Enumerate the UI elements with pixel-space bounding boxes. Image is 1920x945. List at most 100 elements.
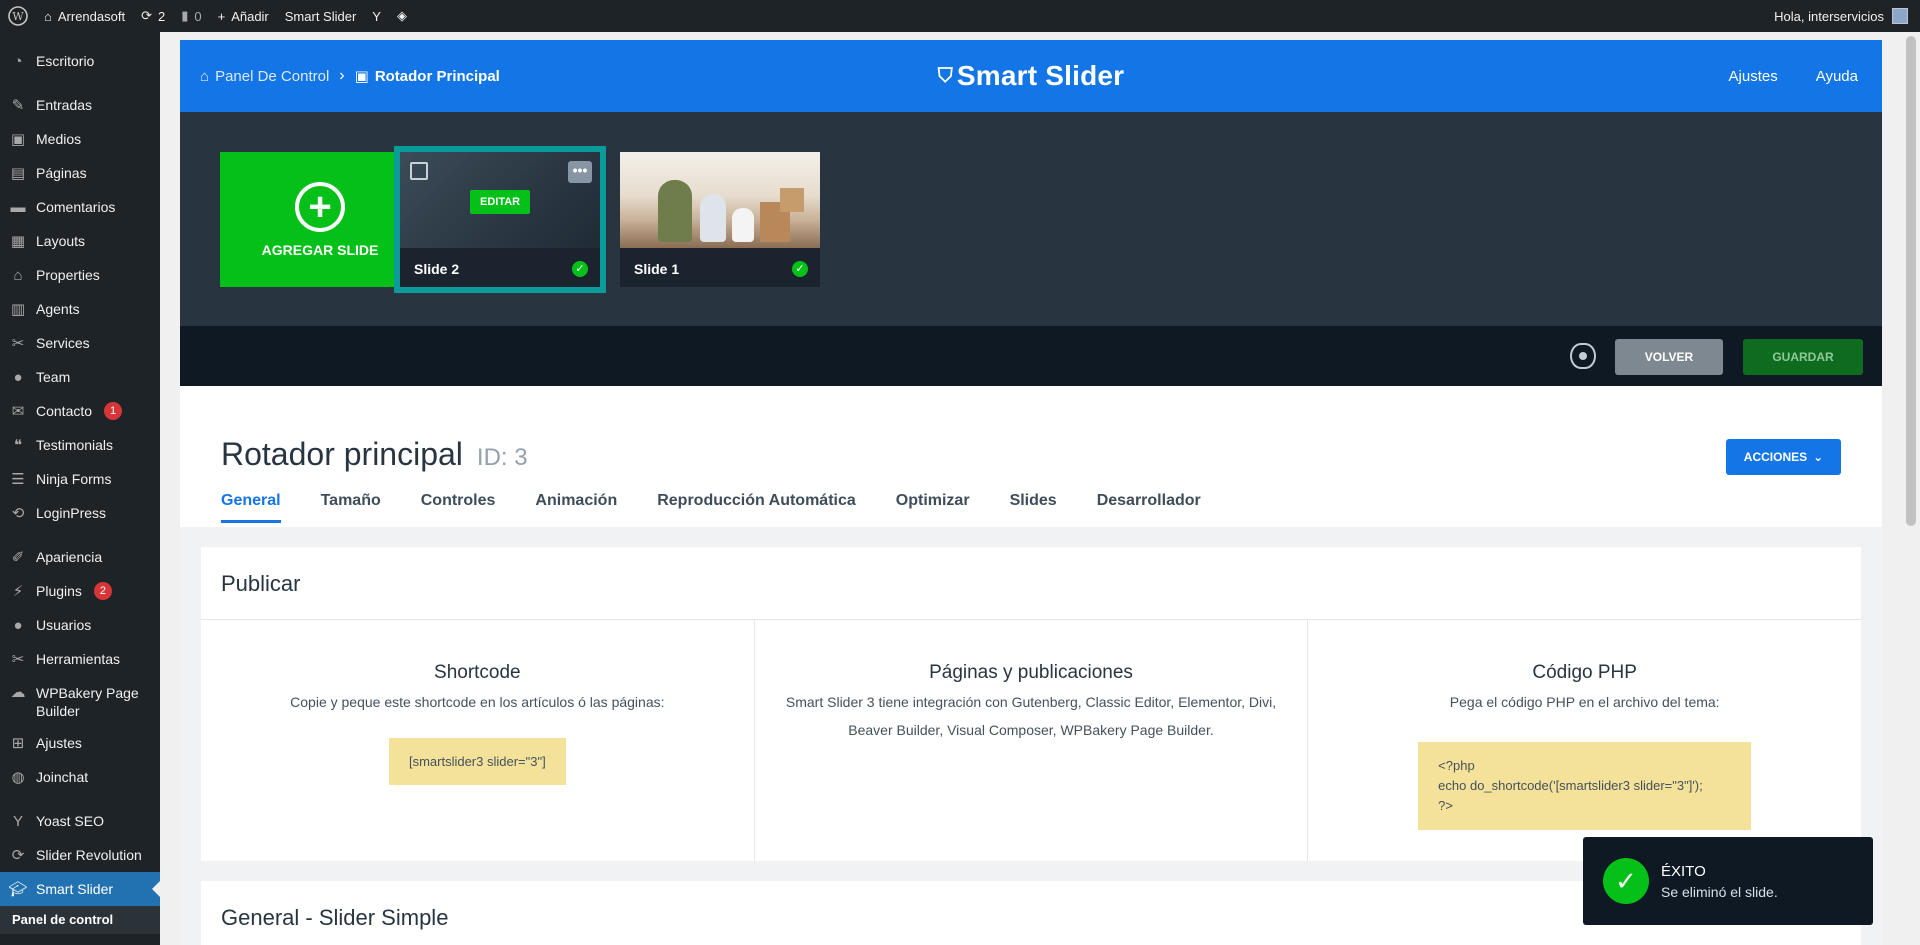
submenu-panel-de-control[interactable]: Panel de control: [0, 906, 160, 934]
comment-icon: ▮: [181, 8, 189, 23]
published-check-icon[interactable]: ✓: [572, 261, 588, 277]
menu-properties[interactable]: ⌂ Properties: [0, 258, 160, 292]
back-button[interactable]: VOLVER: [1615, 339, 1723, 375]
quote-icon: ❝: [13, 437, 23, 454]
tab-optimize[interactable]: Optimizar: [896, 492, 970, 523]
menu-escritorio[interactable]: ◔ Escritorio: [0, 44, 160, 78]
menu-team[interactable]: ● Team: [0, 360, 160, 394]
settings-tabs: General Tamaño Controles Animación Repro…: [221, 492, 1201, 523]
media-icon: ▣: [10, 131, 26, 148]
publish-columns: Shortcode Copie y peque este shortcode e…: [201, 619, 1861, 861]
notification-badge: 2: [93, 582, 112, 600]
menu-services[interactable]: ✂ Services: [0, 326, 160, 360]
slider-toolbar: VOLVER GUARDAR: [180, 326, 1882, 386]
mail-icon: ✉: [11, 403, 25, 420]
menu-herramientas[interactable]: ✂ Herramientas: [0, 642, 160, 676]
refresh-icon: ⟳: [11, 847, 25, 864]
menu-entradas[interactable]: ✎ Entradas: [0, 88, 160, 122]
more-options-icon[interactable]: •••: [568, 161, 592, 183]
crumb-slider[interactable]: ▣ Rotador Principal: [354, 67, 500, 86]
notification-heading: ÉXITO: [1661, 862, 1706, 880]
menu-agents[interactable]: ▥ Agents: [0, 292, 160, 326]
tab-controls[interactable]: Controles: [421, 492, 496, 523]
success-notification[interactable]: ✓ ÉXITO Se eliminó el slide.: [1583, 837, 1873, 925]
menu-testimonials[interactable]: ❝ Testimonials: [0, 428, 160, 462]
image-icon: ▣: [354, 68, 369, 85]
diamond-icon: ◈: [396, 8, 407, 23]
php-column: Código PHP Pega el código PHP en el arch…: [1308, 620, 1861, 861]
yoast-link[interactable]: Y: [364, 0, 389, 32]
tab-animation[interactable]: Animación: [535, 492, 617, 523]
tab-developer[interactable]: Desarrollador: [1097, 492, 1201, 523]
settings-link[interactable]: Ajustes: [1729, 68, 1778, 85]
actions-dropdown-button[interactable]: ACCIONES ⌄: [1726, 439, 1841, 475]
slide-card-1[interactable]: Slide 1 ✓: [620, 152, 820, 287]
pin-icon: ✎: [11, 97, 25, 114]
publish-card: Publicar Shortcode Copie y peque este sh…: [201, 547, 1861, 861]
menu-yoast[interactable]: Y Yoast SEO: [0, 804, 160, 838]
menu-usuarios[interactable]: ● Usuarios: [0, 608, 160, 642]
published-check-icon[interactable]: ✓: [792, 261, 808, 277]
slide-select-checkbox[interactable]: [410, 162, 428, 180]
preview-eye-icon[interactable]: [1570, 343, 1596, 369]
yoast-icon: Y: [12, 812, 23, 830]
menu-apariencia[interactable]: ✐ Apariencia: [0, 540, 160, 574]
plus-circle-icon: +: [295, 181, 345, 232]
thumbnail-figure: [658, 180, 692, 242]
menu-ajustes[interactable]: ⊞ Ajustes: [0, 726, 160, 760]
notification-badge: 1: [104, 402, 123, 420]
tab-autoplay[interactable]: Reproducción Automática: [657, 492, 856, 523]
menu-plugins[interactable]: ⚡ Plugins 2: [0, 574, 160, 608]
menu-layouts[interactable]: ▦ Layouts: [0, 224, 160, 258]
help-link[interactable]: Ayuda: [1816, 68, 1858, 85]
menu-contacto[interactable]: ✉ Contacto 1: [0, 394, 160, 428]
menu-wpbakery[interactable]: ☁ WPBakery Page Builder: [0, 676, 160, 726]
form-icon: ☰: [11, 471, 25, 488]
menu-smart-slider[interactable]: 🎓︎ Smart Slider: [0, 872, 160, 906]
slide-card-2[interactable]: ••• EDITAR Slide 2 ✓: [394, 146, 606, 293]
add-slide-button[interactable]: + AGREGAR SLIDE: [220, 152, 420, 287]
menu-medios[interactable]: ▣ Medios: [0, 122, 160, 156]
graduation-cap-icon: 🎓︎: [8, 881, 28, 898]
user-icon: ●: [13, 368, 23, 386]
diamond-link[interactable]: ◈: [389, 0, 415, 32]
success-check-icon: ✓: [1603, 858, 1649, 904]
updates-icon: ⟳: [141, 8, 152, 23]
scrollbar-thumb[interactable]: [1906, 36, 1916, 526]
comment-icon: ▬: [10, 198, 26, 216]
yoast-icon: Y: [372, 8, 381, 24]
wp-logo[interactable]: W: [0, 0, 36, 32]
menu-joinchat[interactable]: ◍ Joinchat: [0, 760, 160, 794]
slide-name: Slide 2: [414, 261, 460, 277]
page-scrollbar[interactable]: [1902, 32, 1920, 945]
avatar: [1892, 8, 1908, 24]
my-account[interactable]: Hola, interservicios: [1774, 8, 1920, 24]
updates-link[interactable]: ⟳ 2: [133, 0, 173, 32]
tab-size[interactable]: Tamaño: [321, 492, 381, 523]
menu-slider-revolution[interactable]: ⟳ Slider Revolution: [0, 838, 160, 872]
site-name-link[interactable]: ⌂ Arrendasoft: [36, 0, 133, 32]
menu-ninja-forms[interactable]: ☰ Ninja Forms: [0, 462, 160, 496]
chevron-right-icon: ›: [339, 67, 345, 84]
notification-message: Se eliminó el slide.: [1661, 883, 1778, 900]
notification-text: ÉXITO Se eliminó el slide.: [1661, 863, 1778, 900]
shortcode-box[interactable]: [smartslider3 slider="3"]: [388, 738, 566, 785]
smart-slider-link[interactable]: Smart Slider: [277, 0, 365, 32]
tab-general[interactable]: General: [221, 492, 281, 523]
home-icon: ⌂: [44, 8, 52, 24]
shortcode-column: Shortcode Copie y peque este shortcode e…: [201, 620, 755, 861]
smart-slider-logo: ⛉ Smart Slider: [937, 60, 1125, 91]
pages-column: Páginas y publicaciones Smart Slider 3 t…: [755, 620, 1309, 861]
menu-loginpress[interactable]: ⟲ LoginPress: [0, 496, 160, 530]
php-code-box[interactable]: <?php echo do_shortcode('[smartslider3 s…: [1418, 742, 1752, 830]
tab-slides[interactable]: Slides: [1010, 492, 1057, 523]
edit-slide-button[interactable]: EDITAR: [470, 190, 531, 214]
save-button[interactable]: GUARDAR: [1743, 339, 1863, 375]
menu-comentarios[interactable]: ▬ Comentarios: [0, 190, 160, 224]
wordpress-icon: W: [8, 6, 28, 26]
menu-paginas[interactable]: ▤ Páginas: [0, 156, 160, 190]
add-new-link[interactable]: + Añadir: [210, 0, 277, 32]
graduation-cap-icon: ⛉: [937, 64, 953, 87]
comments-link[interactable]: ▮ 0: [173, 0, 209, 32]
crumb-dashboard[interactable]: ⌂ Panel De Control: [200, 68, 329, 85]
